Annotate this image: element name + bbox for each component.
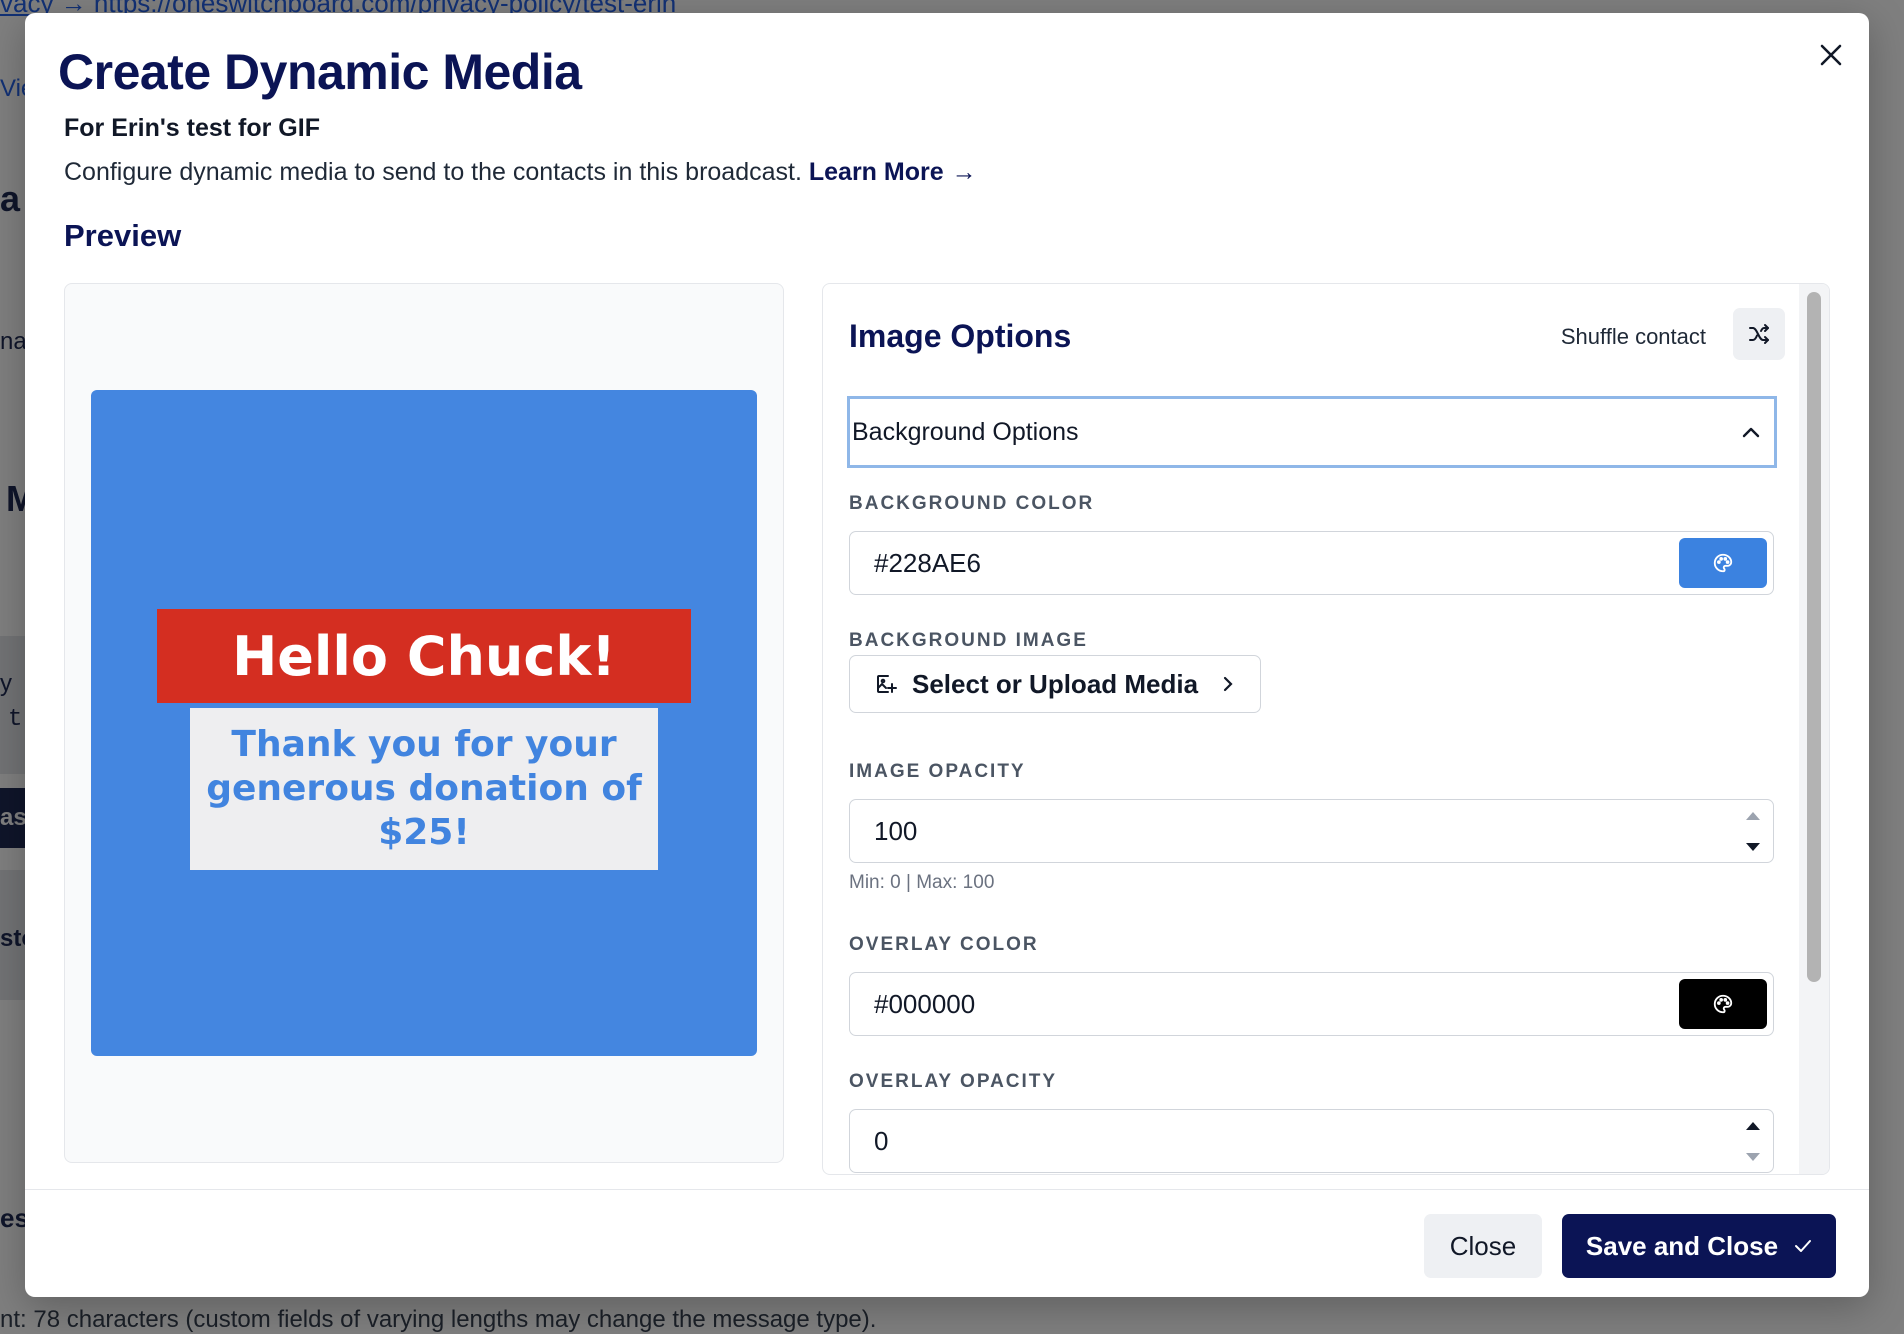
shuffle-icon [1749,324,1769,344]
image-opacity-label: IMAGE OPACITY [849,761,1026,782]
background-color-input[interactable]: #228AE6 [849,531,1774,595]
options-scroll-area: Image Options Shuffle contact Background… [823,284,1799,1174]
background-color-picker-button[interactable] [1679,538,1767,588]
overlay-opacity-label: OVERLAY OPACITY [849,1071,1058,1092]
decrement-arrow-icon[interactable] [1733,1141,1773,1172]
background-color-label: BACKGROUND COLOR [849,493,1095,514]
overlay-opacity-value: 0 [874,1125,889,1156]
background-options-accordion[interactable]: Background Options [847,396,1777,468]
overlay-color-label: OVERLAY COLOR [849,934,1039,955]
overlay-color-input[interactable]: #000000 [849,972,1774,1036]
shuffle-contact-button[interactable] [1733,308,1785,360]
image-options-panel: Image Options Shuffle contact Background… [822,283,1830,1175]
decrement-arrow-icon[interactable] [1733,831,1773,862]
image-opacity-hint: Min: 0 | Max: 100 [849,872,995,893]
scrollbar-thumb[interactable] [1807,292,1821,982]
overlay-color-value: #000000 [874,988,976,1019]
close-button[interactable]: Close [1424,1214,1542,1278]
select-upload-media-button[interactable]: Select or Upload Media [849,655,1261,713]
modal-description: Configure dynamic media to send to the c… [64,158,977,187]
check-icon [1795,1240,1812,1252]
background-image-label: BACKGROUND IMAGE [849,630,1088,651]
background-color-value: #228AE6 [874,547,981,578]
close-icon[interactable] [1811,35,1851,75]
arrow-right-icon: → [951,158,977,186]
image-opacity-stepper[interactable] [1733,800,1773,862]
chevron-right-icon [1223,676,1233,692]
overlay-opacity-input[interactable]: 0 [849,1109,1774,1173]
save-and-close-label: Save and Close [1585,1230,1779,1261]
image-opacity-value: 100 [874,815,918,846]
select-upload-media-label: Select or Upload Media [912,668,1199,699]
overlay-opacity-stepper[interactable] [1733,1110,1773,1172]
preview-image: Hello Chuck! Thank you for your generous… [91,390,757,1056]
overlay-color-picker-button[interactable] [1679,979,1767,1029]
modal-title: Create Dynamic Media [58,44,582,100]
footer-divider [25,1189,1869,1190]
palette-icon [1713,553,1733,573]
description-text: Configure dynamic media to send to the c… [64,158,802,186]
learn-more-label: Learn More [808,158,944,186]
chevron-up-icon [1742,427,1760,438]
increment-arrow-icon[interactable] [1733,1110,1773,1141]
accordion-label: Background Options [852,417,1079,446]
scrollbar[interactable] [1799,284,1829,1174]
palette-icon [1713,994,1733,1014]
preview-panel: Hello Chuck! Thank you for your generous… [64,283,784,1163]
save-and-close-button[interactable]: Save and Close [1562,1214,1836,1278]
shuffle-contact-label: Shuffle contact [1560,324,1706,349]
image-opacity-input[interactable]: 100 [849,799,1774,863]
preview-heading: Preview [64,218,182,253]
increment-arrow-icon[interactable] [1733,800,1773,831]
learn-more-link[interactable]: Learn More → [809,158,977,186]
preview-headline: Hello Chuck! [157,609,691,703]
create-dynamic-media-modal: Create Dynamic Media For Erin's test for… [25,13,1869,1297]
modal-subtitle: For Erin's test for GIF [64,114,320,142]
image-options-title: Image Options [849,318,1072,354]
image-add-icon [877,675,897,693]
preview-message: Thank you for your generous donation of … [190,708,658,870]
